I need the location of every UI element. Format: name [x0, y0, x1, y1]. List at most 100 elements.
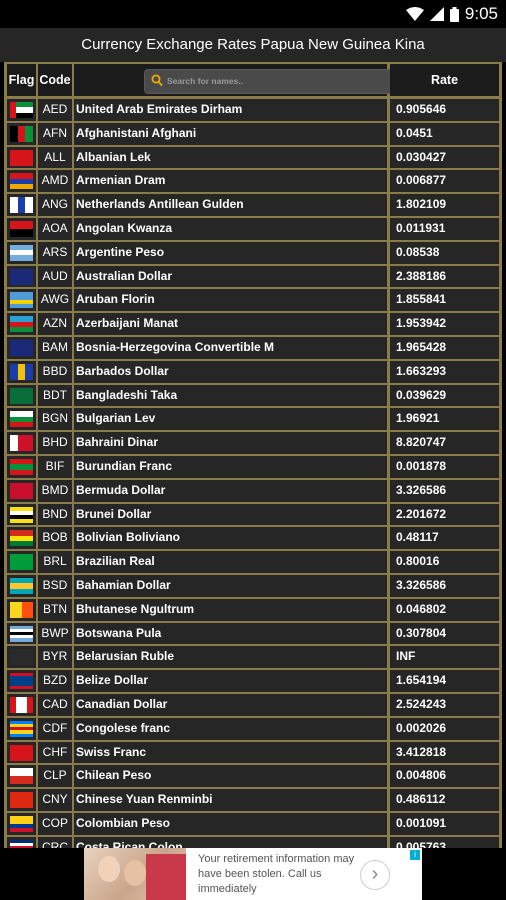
code-cell: ALL	[38, 146, 72, 169]
flag-icon	[10, 768, 33, 785]
rate-cell: 0.0451	[390, 122, 499, 145]
rate-cell: 1.802109	[390, 194, 499, 216]
flag-cell	[7, 646, 36, 669]
name-cell: Bolivian Boliviano	[74, 527, 387, 550]
code-cell: ARS	[38, 241, 72, 264]
rate-cell: 0.005763	[390, 836, 499, 848]
code-cell: BOB	[38, 527, 72, 550]
table-row[interactable]: ARS Argentine Peso 0.08538	[4, 241, 502, 265]
code-cell: BDT	[38, 384, 72, 407]
flag-cell	[7, 670, 36, 692]
name-cell: Brunei Dollar	[74, 503, 387, 526]
flag-cell	[7, 479, 36, 502]
table-row[interactable]: ALL Albanian Lek 0.030427	[4, 146, 502, 170]
flag-icon	[10, 316, 33, 333]
table-row[interactable]: AWG Aruban Florin 1.855841	[4, 288, 502, 312]
table-row[interactable]: ANG Netherlands Antillean Gulden 1.802109	[4, 193, 502, 217]
table-row[interactable]: BDT Bangladeshi Taka 0.039629	[4, 384, 502, 408]
code-cell: BMD	[38, 479, 72, 502]
header-rate: Rate	[390, 64, 499, 96]
rate-cell: 0.08538	[390, 241, 499, 264]
table-row[interactable]: BSD Bahamian Dollar 3.326586	[4, 574, 502, 598]
flag-cell	[7, 265, 36, 288]
name-cell: Chilean Peso	[74, 765, 387, 788]
status-icons: 9:05	[405, 4, 498, 24]
flag-cell	[7, 503, 36, 526]
table-row[interactable]: BZD Belize Dollar 1.654194	[4, 669, 502, 693]
table-row[interactable]: BAM Bosnia-Herzegovina Convertible M 1.965…	[4, 336, 502, 360]
rate-cell: 0.486112	[390, 789, 499, 811]
table-row[interactable]: BND Brunei Dollar 2.201672	[4, 503, 502, 527]
table-row[interactable]: AED United Arab Emirates Dirham 0.905646	[4, 98, 502, 122]
name-cell: Burundian Franc	[74, 456, 387, 478]
table-row[interactable]: CDF Congolese franc 0.002026	[4, 717, 502, 741]
table-row[interactable]: BMD Bermuda Dollar 3.326586	[4, 479, 502, 503]
name-cell: Brazilian Real	[74, 551, 387, 573]
flag-cell	[7, 146, 36, 169]
table-row[interactable]: BTN Bhutanese Ngultrum 0.046802	[4, 598, 502, 622]
exchange-rate-table: Flag Code Search for names.. Rate AED Uni…	[4, 62, 502, 848]
name-cell: Albanian Lek	[74, 146, 387, 169]
code-cell: BBD	[38, 360, 72, 383]
table-row[interactable]: CRC Costa Rican Colon 0.005763	[4, 836, 502, 848]
ad-arrow-button[interactable]: ›	[360, 860, 390, 890]
name-cell: Argentine Peso	[74, 241, 387, 264]
wifi-icon	[405, 7, 424, 21]
code-cell: AOA	[38, 218, 72, 240]
flag-icon	[10, 197, 33, 214]
flag-icon	[10, 673, 33, 690]
name-cell: Botswana Pula	[74, 622, 387, 645]
ad-image	[84, 848, 186, 900]
flag-icon	[10, 125, 33, 142]
name-cell: Angolan Kwanza	[74, 218, 387, 240]
app-title: Currency Exchange Rates Papua New Guinea…	[0, 28, 506, 62]
rate-cell: 0.004806	[390, 765, 499, 788]
table-row[interactable]: AUD Australian Dollar 2.388186	[4, 265, 502, 289]
flag-icon	[10, 625, 33, 642]
table-row[interactable]: BOB Bolivian Boliviano 0.48117	[4, 526, 502, 550]
table-row[interactable]: BYR Belarusian Ruble INF	[4, 645, 502, 669]
table-row[interactable]: BRL Brazilian Real 0.80016	[4, 550, 502, 574]
table-row[interactable]: BHD Bahraini Dinar 8.820747	[4, 431, 502, 455]
ad-banner[interactable]: Your retirement information may have bee…	[84, 848, 422, 900]
name-cell: Bhutanese Ngultrum	[74, 598, 387, 621]
table-row[interactable]: BBD Barbados Dollar 1.663293	[4, 360, 502, 384]
code-cell: AUD	[38, 265, 72, 288]
status-time: 9:05	[464, 4, 498, 23]
status-bar: 9:05	[0, 0, 506, 28]
name-cell: Azerbaijani Manat	[74, 313, 387, 335]
flag-cell	[7, 170, 36, 193]
table-row[interactable]: AMD Armenian Dram 0.006877	[4, 169, 502, 193]
table-row[interactable]: BWP Botswana Pula 0.307804	[4, 622, 502, 646]
table-row[interactable]: AZN Azerbaijani Manat 1.953942	[4, 312, 502, 336]
table-row[interactable]: AFN Afghanistani Afghani 0.0451	[4, 122, 502, 146]
name-cell: Bangladeshi Taka	[74, 384, 387, 407]
rate-cell: 0.905646	[390, 99, 499, 121]
header-flag: Flag	[7, 64, 36, 96]
flag-cell	[7, 289, 36, 312]
flag-cell	[7, 598, 36, 621]
name-cell: Bosnia-Herzegovina Convertible M	[74, 337, 387, 359]
table-row[interactable]: CLP Chilean Peso 0.004806	[4, 764, 502, 788]
flag-icon	[10, 292, 33, 309]
search-icon	[151, 74, 163, 87]
battery-icon	[449, 6, 459, 22]
table-row[interactable]: AOA Angolan Kwanza 0.011931	[4, 217, 502, 241]
flag-icon	[10, 720, 33, 737]
flag-icon	[10, 387, 33, 404]
table-row[interactable]: BIF Burundian Franc 0.001878	[4, 455, 502, 479]
flag-icon	[10, 340, 33, 356]
ad-info-icon[interactable]: i	[410, 850, 420, 860]
table-row[interactable]: COP Colombian Peso 0.001091	[4, 812, 502, 836]
flag-cell	[7, 813, 36, 835]
table-row[interactable]: BGN Bulgarian Lev 1.96921	[4, 407, 502, 431]
name-cell: Congolese franc	[74, 717, 387, 740]
code-cell: BRL	[38, 551, 72, 573]
table-row[interactable]: CAD Canadian Dollar 2.524243	[4, 693, 502, 717]
rate-cell: INF	[390, 646, 499, 669]
table-row[interactable]: CHF Swiss Franc 3.412818	[4, 741, 502, 765]
name-cell: Aruban Florin	[74, 289, 387, 312]
code-cell: BYR	[38, 646, 72, 669]
table-row[interactable]: CNY Chinese Yuan Renminbi 0.486112	[4, 788, 502, 812]
name-cell: Australian Dollar	[74, 265, 387, 288]
